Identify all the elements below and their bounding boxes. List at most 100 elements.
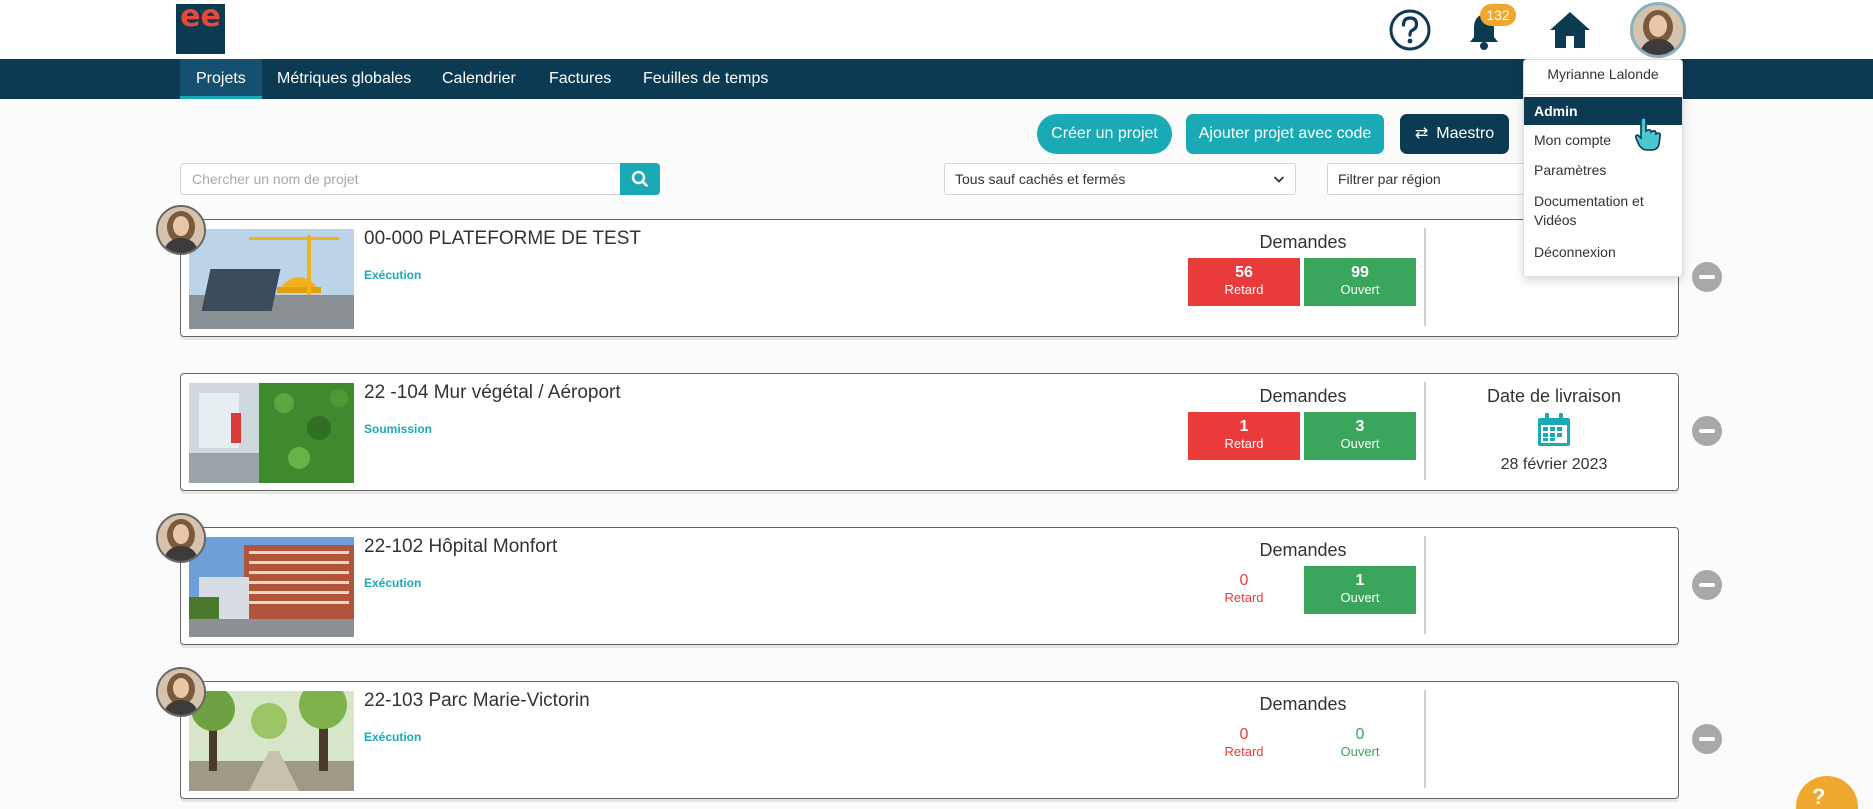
user-avatar[interactable] bbox=[1630, 2, 1686, 58]
menu-separator bbox=[1524, 94, 1682, 95]
project-owner-avatar bbox=[156, 513, 206, 563]
region-filter-select[interactable]: Filtrer par région bbox=[1327, 163, 1527, 195]
late-label: Retard bbox=[1224, 282, 1264, 297]
nav-calendrier[interactable]: Calendrier bbox=[426, 59, 532, 99]
hospital-image-icon bbox=[189, 537, 354, 637]
project-title[interactable]: 22-103 Parc Marie-Victorin bbox=[364, 690, 590, 712]
late-count: 0 bbox=[1239, 572, 1249, 589]
project-card[interactable]: 22-103 Parc Marie-Victorin Exécution Dem… bbox=[180, 681, 1679, 799]
region-filter-placeholder: Filtrer par région bbox=[1338, 171, 1441, 187]
remove-project-button[interactable] bbox=[1692, 262, 1722, 292]
project-thumbnail bbox=[189, 537, 354, 637]
requests-label: Demandes bbox=[1259, 386, 1347, 406]
project-owner-avatar bbox=[156, 667, 206, 717]
search-input[interactable] bbox=[180, 163, 621, 195]
top-header: ee 132 bbox=[0, 0, 1873, 59]
late-label: Retard bbox=[1224, 590, 1264, 605]
open-count: 1 bbox=[1355, 572, 1365, 589]
project-owner-avatar bbox=[156, 205, 206, 255]
late-requests-box[interactable]: 1 Retard bbox=[1188, 412, 1300, 460]
owner-photo-icon bbox=[158, 669, 204, 715]
project-title[interactable]: 00-000 PLATEFORME DE TEST bbox=[364, 228, 641, 250]
requests-label: Demandes bbox=[1259, 232, 1347, 252]
user-menu-dropdown: Myrianne Lalonde Admin Mon compte Paramè… bbox=[1523, 59, 1683, 277]
project-thumbnail bbox=[189, 691, 354, 791]
delivery-date-value: 28 février 2023 bbox=[1500, 456, 1608, 473]
project-phase: Exécution bbox=[364, 268, 422, 282]
maestro-button[interactable]: ⇄ Maestro bbox=[1400, 114, 1509, 154]
project-thumbnail bbox=[189, 383, 354, 483]
user-photo-icon bbox=[1633, 5, 1683, 55]
chevron-down-icon bbox=[1273, 176, 1285, 183]
calendar-icon[interactable] bbox=[1536, 412, 1572, 448]
project-title[interactable]: 22 -104 Mur végétal / Aéroport bbox=[364, 382, 621, 404]
project-phase: Soumission bbox=[364, 422, 433, 436]
user-name: Myrianne Lalonde bbox=[1547, 66, 1659, 82]
late-requests-box[interactable]: 0 Retard bbox=[1188, 566, 1300, 614]
open-count: 99 bbox=[1351, 264, 1369, 281]
status-filter-value: Tous sauf cachés et fermés bbox=[955, 171, 1126, 187]
help-icon[interactable] bbox=[1388, 8, 1432, 52]
open-requests-box[interactable]: 3 Ouvert bbox=[1304, 412, 1416, 460]
requests-label: Demandes bbox=[1259, 694, 1347, 714]
notification-badge[interactable]: 132 bbox=[1480, 4, 1516, 26]
logo-text: ee bbox=[180, 0, 221, 34]
nav-factures[interactable]: Factures bbox=[533, 59, 627, 99]
create-project-button[interactable]: Créer un projet bbox=[1037, 114, 1172, 154]
status-filter-select[interactable]: Tous sauf cachés et fermés bbox=[944, 163, 1296, 195]
park-image-icon bbox=[189, 691, 354, 791]
project-phase: Exécution bbox=[364, 576, 422, 590]
search-icon bbox=[631, 170, 648, 187]
project-thumbnail bbox=[189, 229, 354, 329]
owner-photo-icon bbox=[158, 207, 204, 253]
card-divider bbox=[1424, 690, 1426, 788]
late-count: 56 bbox=[1235, 264, 1253, 281]
requests-label: Demandes bbox=[1259, 540, 1347, 560]
late-label: Retard bbox=[1224, 744, 1264, 759]
nav-projets[interactable]: Projets bbox=[180, 59, 262, 99]
late-label: Retard bbox=[1224, 436, 1264, 451]
chat-label: ? bbox=[1812, 784, 1826, 809]
late-count: 1 bbox=[1239, 418, 1249, 435]
open-requests-box[interactable]: 99 Ouvert bbox=[1304, 258, 1416, 306]
menu-item-parametres[interactable]: Paramètres bbox=[1524, 161, 1682, 180]
maestro-label: Maestro bbox=[1436, 125, 1495, 142]
nav-feuilles-de-temps[interactable]: Feuilles de temps bbox=[627, 59, 784, 99]
app-logo[interactable]: ee bbox=[176, 0, 225, 54]
search-button[interactable] bbox=[620, 163, 660, 195]
open-label: Ouvert bbox=[1340, 744, 1380, 759]
pointer-hand-icon bbox=[1634, 116, 1662, 151]
open-count: 0 bbox=[1355, 726, 1365, 743]
project-title[interactable]: 22-102 Hôpital Monfort bbox=[364, 536, 557, 558]
late-count: 0 bbox=[1239, 726, 1249, 743]
help-chat-button[interactable]: ? bbox=[1796, 776, 1858, 809]
construction-image-icon bbox=[189, 229, 354, 329]
owner-photo-icon bbox=[158, 515, 204, 561]
swap-icon: ⇄ bbox=[1414, 125, 1429, 142]
open-requests-box[interactable]: 1 Ouvert bbox=[1304, 566, 1416, 614]
open-label: Ouvert bbox=[1340, 590, 1380, 605]
card-divider bbox=[1424, 536, 1426, 634]
remove-project-button[interactable] bbox=[1692, 416, 1722, 446]
delivery-date-label: Date de livraison bbox=[1486, 386, 1622, 406]
menu-item-documentation[interactable]: Documentation et Vidéos bbox=[1524, 192, 1682, 230]
menu-item-deconnexion[interactable]: Déconnexion bbox=[1524, 243, 1682, 262]
card-divider bbox=[1424, 382, 1426, 480]
remove-project-button[interactable] bbox=[1692, 724, 1722, 754]
project-phase: Exécution bbox=[364, 730, 422, 744]
home-icon[interactable] bbox=[1548, 8, 1592, 52]
add-project-with-code-button[interactable]: Ajouter projet avec code bbox=[1186, 114, 1384, 154]
late-requests-box[interactable]: 0 Retard bbox=[1188, 720, 1300, 768]
project-card[interactable]: 22-102 Hôpital Monfort Exécution Demande… bbox=[180, 527, 1679, 645]
open-label: Ouvert bbox=[1340, 282, 1380, 297]
card-divider bbox=[1424, 228, 1426, 326]
project-card[interactable]: 00-000 PLATEFORME DE TEST Exécution Dema… bbox=[180, 219, 1679, 337]
open-count: 3 bbox=[1355, 418, 1365, 435]
nav-metriques-globales[interactable]: Métriques globales bbox=[261, 59, 427, 99]
open-requests-box[interactable]: 0 Ouvert bbox=[1304, 720, 1416, 768]
project-card[interactable]: 22 -104 Mur végétal / Aéroport Soumissio… bbox=[180, 373, 1679, 491]
late-requests-box[interactable]: 56 Retard bbox=[1188, 258, 1300, 306]
open-label: Ouvert bbox=[1340, 436, 1380, 451]
remove-project-button[interactable] bbox=[1692, 570, 1722, 600]
green-wall-image-icon bbox=[189, 383, 354, 483]
